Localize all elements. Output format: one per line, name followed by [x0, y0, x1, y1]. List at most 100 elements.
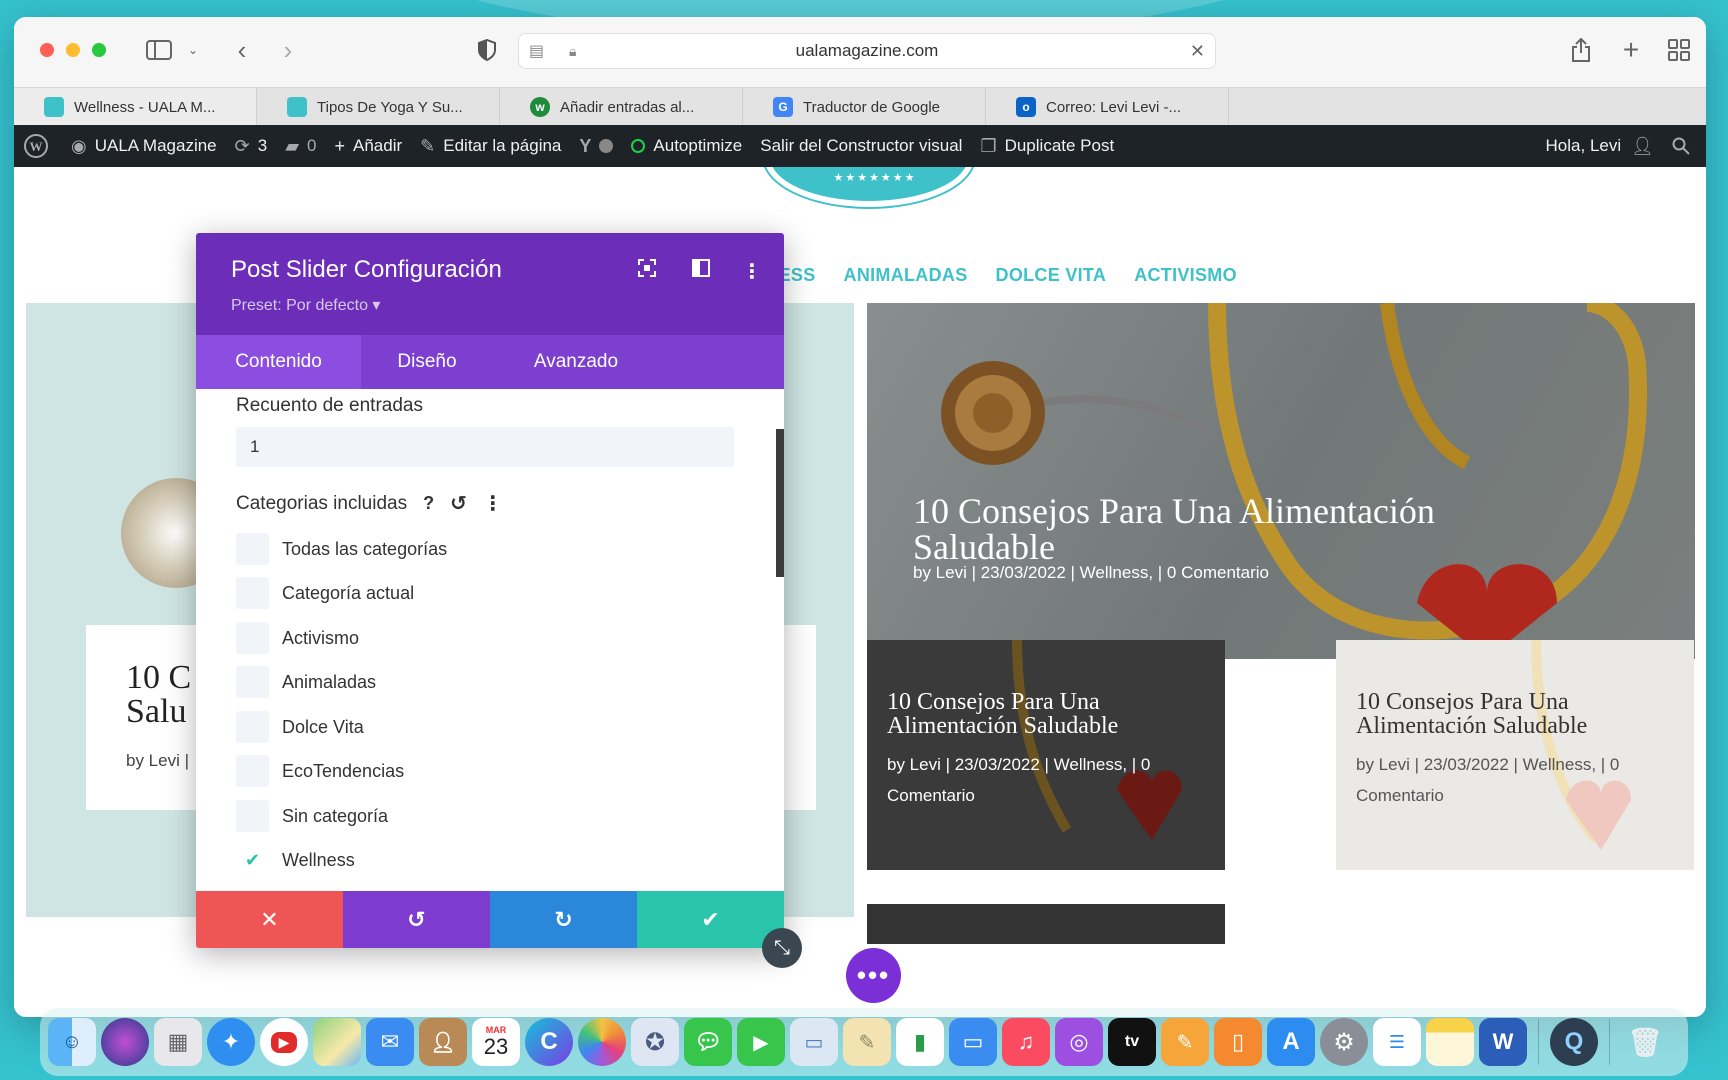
updates-link[interactable]: ⟳ 3	[226, 125, 277, 167]
post-card-light[interactable]: 10 Consejos Para Una Alimentación Saluda…	[1336, 640, 1694, 870]
browser-tab-entradas[interactable]: w Añadir entradas al...	[500, 88, 743, 126]
tab-contenido[interactable]: Contenido	[196, 335, 361, 389]
save-button[interactable]: ✔	[637, 891, 784, 948]
post-card-dark[interactable]: 10 Consejos Para Una Alimentación Saluda…	[867, 640, 1225, 870]
launchpad-icon[interactable]: ▦	[154, 1018, 202, 1066]
user-account-link[interactable]: Hola, Levi 👤︎	[1537, 125, 1663, 167]
shield-icon[interactable]	[476, 37, 498, 63]
preset-selector[interactable]: Preset: Por defecto ▾	[231, 295, 380, 315]
apple-tv-icon[interactable]: tv	[1108, 1018, 1156, 1066]
numbers-icon[interactable]: ▮	[896, 1018, 944, 1066]
post-card-partial[interactable]	[867, 904, 1225, 944]
word-icon[interactable]: W	[1479, 1018, 1527, 1066]
category-option[interactable]: EcoTendencias	[236, 755, 404, 787]
category-checkbox[interactable]	[236, 533, 269, 565]
instruments-icon[interactable]: ✪	[631, 1018, 679, 1066]
category-checkbox[interactable]	[236, 800, 269, 832]
calendar-icon[interactable]: MAR 23	[472, 1018, 520, 1066]
browser-tab-mail[interactable]: o Correo: Levi Levi -...	[986, 88, 1229, 126]
category-checkbox[interactable]	[236, 577, 269, 609]
panel-header[interactable]: Post Slider Configuración Preset: Por de…	[196, 233, 784, 335]
more-options-icon[interactable]: ⋮	[742, 259, 762, 284]
post-card-title[interactable]: 10 Consejos Para Una Alimentación Saluda…	[887, 690, 1207, 738]
tab-avanzado[interactable]: Avanzado	[493, 335, 659, 389]
siri-icon[interactable]	[101, 1018, 149, 1066]
clear-url-icon[interactable]: ✕	[1190, 41, 1205, 62]
browser-tab-wellness[interactable]: Wellness - UALA M...	[14, 88, 257, 126]
category-checkbox[interactable]	[236, 755, 269, 787]
music-icon[interactable]: ♫	[1002, 1018, 1050, 1066]
exit-visual-builder-link[interactable]: Salir del Constructor visual	[751, 125, 971, 167]
category-checkbox[interactable]	[236, 711, 269, 743]
back-arrow-icon[interactable]: ‹	[232, 35, 252, 65]
help-icon[interactable]: ?	[423, 493, 434, 514]
tab-diseno[interactable]: Diseño	[361, 335, 493, 389]
mail-icon[interactable]: ✉	[366, 1018, 414, 1066]
messages-icon[interactable]: 💬︎	[684, 1018, 732, 1066]
wordpress-logo-icon[interactable]: W	[14, 125, 57, 167]
keynote-icon[interactable]: ▭	[949, 1018, 997, 1066]
post-card-title[interactable]: 10 Consejos Para Una Alimentación Saluda…	[1356, 690, 1676, 738]
photos-icon[interactable]	[578, 1018, 626, 1066]
notes-icon[interactable]	[1426, 1018, 1474, 1066]
safari-icon[interactable]: ✦	[207, 1018, 255, 1066]
category-checkbox[interactable]	[236, 666, 269, 698]
browser-tab-translate[interactable]: G Traductor de Google	[743, 88, 986, 126]
autoptimize-link[interactable]: Autoptimize	[622, 125, 751, 167]
fullscreen-icon[interactable]	[638, 259, 656, 282]
textedit-icon[interactable]: ✎	[843, 1018, 891, 1066]
split-view-icon[interactable]	[692, 259, 710, 282]
browser-tab-yoga[interactable]: Tipos De Yoga Y Su...	[257, 88, 500, 126]
app-store-icon[interactable]: A	[1267, 1018, 1315, 1066]
facetime-icon[interactable]: ▶	[737, 1018, 785, 1066]
system-preferences-icon[interactable]: ⚙	[1320, 1018, 1368, 1066]
finder-icon[interactable]: ☺	[48, 1018, 96, 1066]
reset-icon[interactable]: ↺	[450, 491, 467, 516]
undo-button[interactable]: ↺	[343, 891, 490, 948]
tab-overview-icon[interactable]	[1668, 37, 1690, 63]
books-icon[interactable]: ▯	[1214, 1018, 1262, 1066]
redo-button[interactable]: ↻	[490, 891, 637, 948]
featured-post-title[interactable]: 10 Consejos Para Una Alimentación Saluda…	[913, 493, 1533, 565]
chevron-down-icon[interactable]: ⌄	[186, 37, 200, 63]
duplicate-post-link[interactable]: ❐ Duplicate Post	[971, 125, 1123, 167]
close-window-button[interactable]	[40, 43, 54, 57]
category-option[interactable]: Todas las categorías	[236, 533, 447, 565]
minimize-window-button[interactable]	[66, 43, 80, 57]
category-option[interactable]: ✔ Wellness	[236, 844, 355, 876]
nav-item-dolce-vita[interactable]: DOLCE VITA	[996, 265, 1107, 286]
panel-resize-handle[interactable]: ⤡	[762, 928, 802, 968]
nav-item-activismo[interactable]: ACTIVISMO	[1134, 265, 1237, 286]
youtube-icon[interactable]: ▶	[260, 1018, 308, 1066]
featured-post-card[interactable]: 10 Consejos Para Una Alimentación Saluda…	[867, 303, 1695, 659]
trash-icon[interactable]: 🗑︎	[1621, 1018, 1669, 1066]
category-checkbox-checked[interactable]: ✔	[236, 844, 269, 876]
panel-scrollbar[interactable]	[776, 429, 784, 577]
builder-settings-button[interactable]: •••	[846, 948, 901, 1003]
slider-post-title[interactable]: 10 C Salu	[126, 661, 191, 729]
category-checkbox[interactable]	[236, 622, 269, 654]
category-option[interactable]: Categoría actual	[236, 577, 414, 609]
address-bar[interactable]: ▤ 🔒︎ ualamagazine.com ✕	[518, 33, 1216, 69]
yoast-seo-link[interactable]: Y	[570, 125, 622, 167]
more-options-icon[interactable]: ⋮	[483, 491, 503, 516]
podcasts-icon[interactable]: ◎	[1055, 1018, 1103, 1066]
forward-arrow-icon[interactable]: ›	[278, 35, 298, 65]
new-tab-icon[interactable]: +	[1620, 34, 1642, 65]
nav-item-animaladas[interactable]: ANIMALADAS	[844, 265, 968, 286]
maps-icon[interactable]	[313, 1018, 361, 1066]
pages-icon[interactable]: ✎	[1161, 1018, 1209, 1066]
comments-link[interactable]: ▰ 0	[276, 125, 325, 167]
canva-icon[interactable]: C	[525, 1018, 573, 1066]
edit-page-link[interactable]: ✎ Editar la página	[411, 125, 570, 167]
share-icon[interactable]	[1570, 37, 1592, 63]
category-option[interactable]: Animaladas	[236, 666, 376, 698]
admin-search-icon[interactable]	[1663, 125, 1706, 167]
category-option[interactable]: Sin categoría	[236, 800, 388, 832]
category-option[interactable]: Dolce Vita	[236, 711, 364, 743]
maximize-window-button[interactable]	[92, 43, 106, 57]
category-option[interactable]: Activismo	[236, 622, 359, 654]
add-new-link[interactable]: + Añadir	[326, 125, 412, 167]
preview-icon[interactable]: ▭	[790, 1018, 838, 1066]
quicktime-icon[interactable]: Q	[1550, 1018, 1598, 1066]
